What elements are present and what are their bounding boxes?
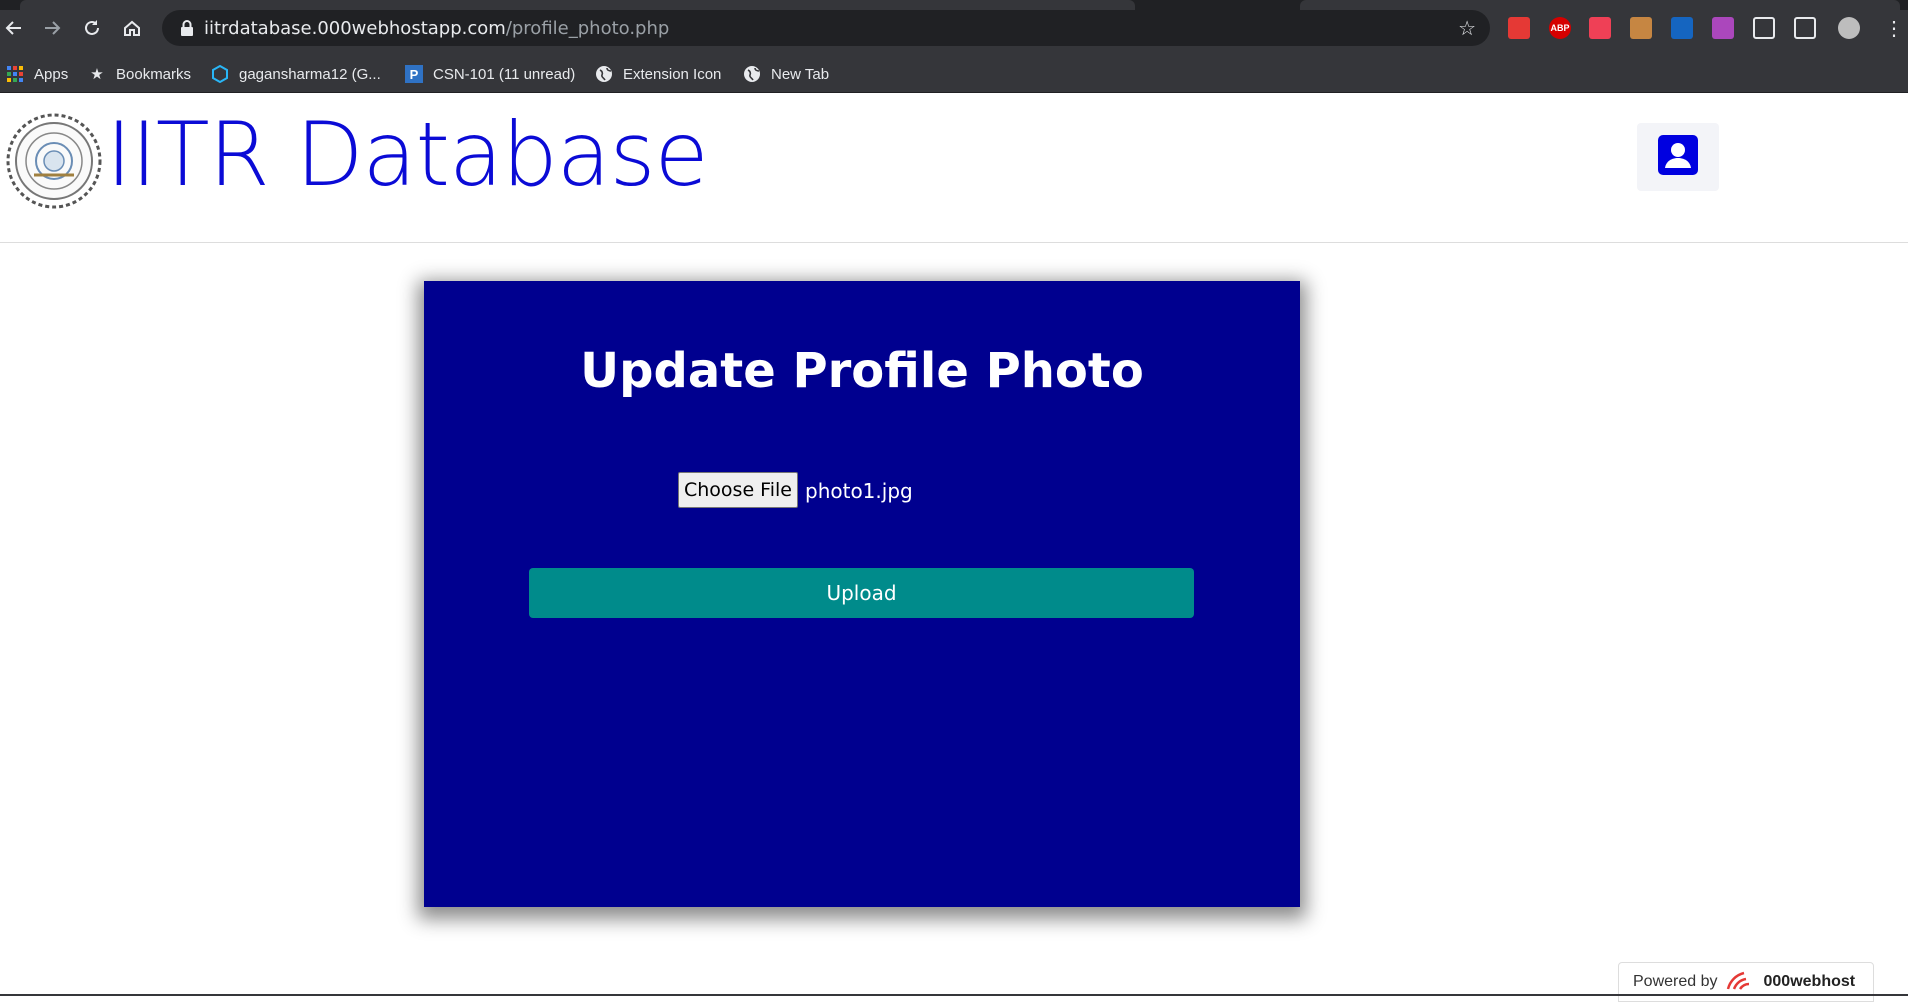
reload-icon[interactable] [78,14,106,42]
card-title: Update Profile Photo [580,343,1144,399]
000webhost-logo-icon [1726,969,1756,996]
upload-button[interactable]: Upload [529,568,1194,618]
bookmarks-bar: Apps ★ Bookmarks gagansharma12 (G... P C… [0,56,1908,93]
powered-by-badge[interactable]: Powered by 000webhost [1618,962,1874,1002]
powered-by-label: Powered by [1633,973,1718,990]
lock-icon[interactable] [178,19,196,37]
bookmark-csn101[interactable]: P CSN-101 (11 unread) [405,56,575,92]
active-tab[interactable] [20,0,1135,10]
browser-toolbar: iitrdatabase.000webhostapp.com/profile_p… [0,0,1908,56]
bookmark-star-icon[interactable]: ☆ [1458,16,1476,41]
profile-button[interactable] [1637,123,1719,191]
address-bar[interactable]: iitrdatabase.000webhostapp.com/profile_p… [162,10,1490,46]
choose-file-button[interactable]: Choose File [678,472,798,508]
hexagon-icon [211,65,229,83]
update-photo-card: Update Profile Photo Choose File photo1.… [424,281,1300,907]
bookmark-extension-icon[interactable]: Extension Icon [595,56,721,92]
color-bars-icon[interactable] [1671,17,1693,39]
pocket-icon[interactable] [1589,17,1611,39]
bookmark-new-tab[interactable]: New Tab [743,56,829,92]
bookmark-bookmarks[interactable]: ★ Bookmarks [88,56,191,92]
apps-grid-icon [6,65,24,83]
bookmark-label: CSN-101 (11 unread) [433,65,576,83]
browser-menu-icon[interactable]: ⋮ [1880,14,1908,42]
profile-icon [1658,134,1698,180]
url-host: iitrdatabase.000webhostapp.com [204,18,506,39]
playlist-icon[interactable] [1794,17,1816,39]
selected-file-name: photo1.jpg [805,479,913,503]
profile-avatar-icon[interactable] [1838,17,1860,39]
back-arrow-icon[interactable] [0,14,28,42]
star-icon: ★ [90,66,104,83]
p-icon: P [405,65,423,83]
tab-strip [0,0,1908,10]
cookie-icon[interactable] [1630,17,1652,39]
forward-arrow-icon[interactable] [38,14,66,42]
bookmark-label: Bookmarks [116,65,192,83]
bookmark-gagansharma12[interactable]: gagansharma12 (G... [211,56,381,92]
inactive-tab[interactable] [1300,0,1900,10]
color-grid-icon[interactable] [1712,17,1734,39]
bookmark-label: Extension Icon [623,65,722,83]
bookmark-apps[interactable]: Apps [6,56,68,92]
site-title[interactable]: IITR Database [106,103,709,206]
url-path: /profile_photo.php [505,18,670,39]
bookmark-label: gagansharma12 (G... [239,65,381,83]
site-header: IITR Database [0,93,1908,243]
adblock-icon[interactable]: ABP [1549,17,1571,39]
bookmark-label: New Tab [771,65,830,83]
brand-label: 000webhost [1763,973,1856,990]
bookmark-label: Apps [34,65,69,83]
globe-icon [743,65,761,83]
home-icon[interactable] [118,14,146,42]
iitr-logo[interactable] [6,113,102,209]
url-text[interactable]: iitrdatabase.000webhostapp.com/profile_p… [204,18,669,39]
puzzle-icon[interactable] [1753,17,1775,39]
globe-icon [595,65,613,83]
bookmark-red-icon[interactable] [1508,17,1530,39]
